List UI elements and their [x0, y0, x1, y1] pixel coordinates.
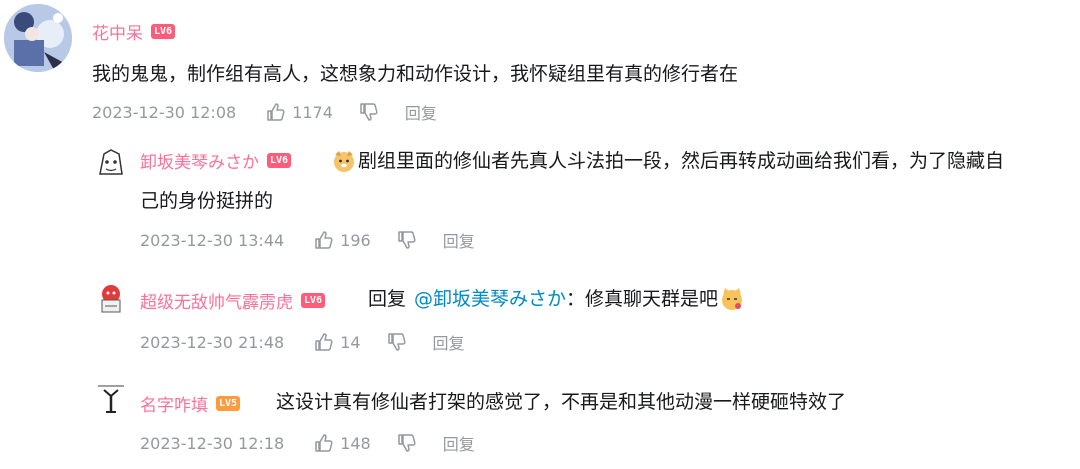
comment-text: ：修真聊天群是吧: [566, 288, 719, 310]
comment-meta: 2023-12-30 12:08 1174 回复: [92, 100, 437, 124]
comment-meta: 2023-12-30 21:48 14 回复: [140, 330, 465, 354]
thumbs-up-icon: [315, 434, 333, 452]
thumbs-down-icon: [397, 434, 416, 452]
mention-link[interactable]: @卸坂美琴みさか: [414, 284, 566, 314]
username[interactable]: 超级无敌帅气霹雳虎: [140, 288, 293, 313]
level-badge: LV6: [301, 293, 326, 308]
like-button[interactable]: 148: [314, 433, 371, 453]
timestamp: 2023-12-30 21:48: [140, 332, 285, 352]
dislike-button[interactable]: [387, 332, 407, 352]
level-badge: LV6: [267, 153, 292, 168]
username[interactable]: 名字咋填: [140, 391, 208, 416]
dog-emoji: [332, 149, 356, 173]
avatar[interactable]: [4, 4, 72, 72]
username[interactable]: 卸坂美琴みさか: [140, 148, 259, 173]
thumbs-up-icon: [267, 103, 285, 121]
avatar[interactable]: [92, 280, 130, 318]
like-button[interactable]: 1174: [266, 102, 333, 122]
comment-text: 剧组里面的修仙者先真人斗法拍一段，然后再转成动画给我们看，为了隐藏自: [358, 150, 1005, 172]
avatar[interactable]: [92, 380, 130, 418]
comment-text-row: 回复 @卸坂美琴みさか ：修真聊天群是吧: [368, 284, 744, 314]
thumbs-down-icon: [360, 103, 378, 121]
comment-meta: 2023-12-30 13:44 196 回复: [140, 228, 475, 252]
reply-button[interactable]: 回复: [443, 431, 475, 455]
comment-text: 我的鬼鬼，制作组有高人，这想象力和动作设计，我怀疑组里有真的修行者在: [92, 63, 739, 85]
comment-meta: 2023-12-30 12:18 148 回复: [140, 431, 475, 455]
timestamp: 2023-12-30 12:08: [92, 102, 237, 122]
comment-text-continued: 己的身份挺拼的: [140, 190, 274, 212]
level-badge: LV5: [216, 396, 241, 411]
timestamp: 2023-12-30 12:18: [140, 433, 285, 453]
thumbs-up-icon: [315, 333, 333, 351]
like-button[interactable]: 196: [314, 230, 371, 250]
dislike-button[interactable]: [359, 102, 379, 122]
thumbs-up-icon: [315, 231, 333, 249]
dislike-button[interactable]: [397, 230, 417, 250]
timestamp: 2023-12-30 13:44: [140, 230, 285, 250]
level-badge: LV6: [151, 24, 176, 39]
like-count: 148: [340, 433, 371, 453]
like-count: 1174: [292, 102, 333, 122]
like-count: 14: [340, 332, 361, 352]
dislike-button[interactable]: [397, 433, 417, 453]
comment-text: 这设计真有修仙者打架的感觉了，不再是和其他动漫一样硬砸特效了: [276, 391, 847, 413]
reply-button[interactable]: 回复: [433, 330, 465, 354]
like-button[interactable]: 14: [314, 332, 361, 352]
username[interactable]: 花中呆: [92, 19, 143, 44]
avatar[interactable]: [92, 144, 130, 182]
cat-emoji: [720, 287, 744, 311]
reply-button[interactable]: 回复: [405, 100, 437, 124]
thumbs-down-icon: [397, 231, 416, 249]
like-count: 196: [340, 230, 371, 250]
thumbs-down-icon: [387, 333, 406, 351]
reply-button[interactable]: 回复: [443, 228, 475, 252]
reply-prefix: 回复: [368, 288, 407, 310]
